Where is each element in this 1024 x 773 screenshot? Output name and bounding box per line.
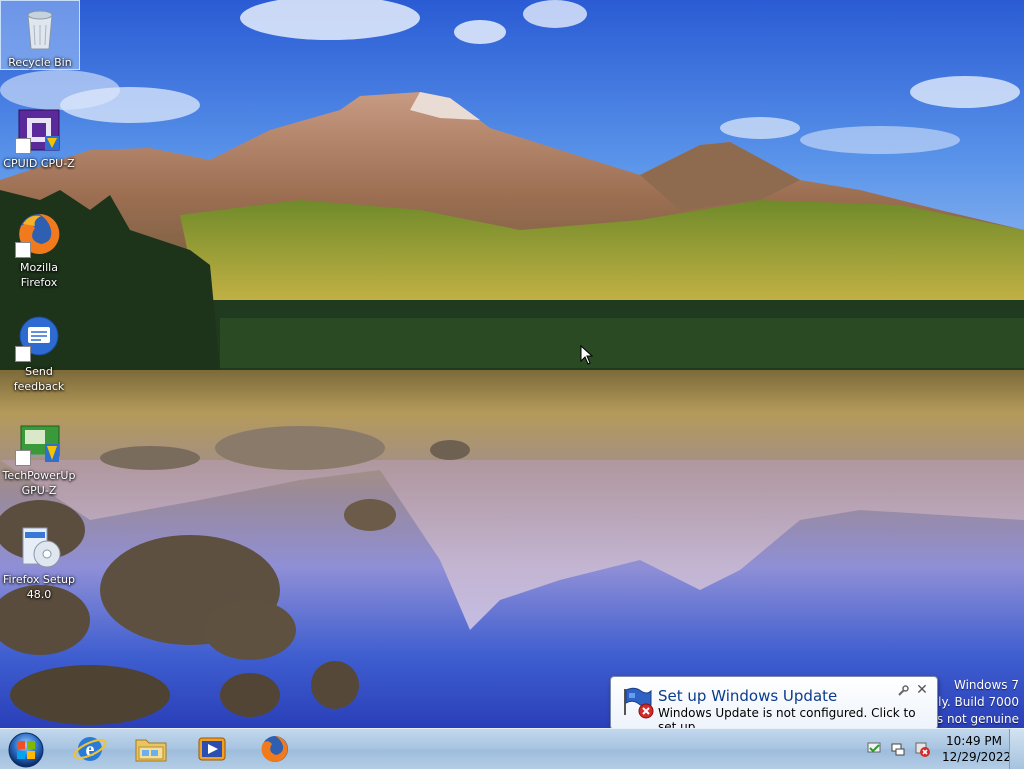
taskbar-firefox[interactable] xyxy=(248,731,302,767)
windows-update-alert-icon[interactable] xyxy=(914,741,930,757)
cpu-z-icon xyxy=(15,106,63,154)
desktop-icon-firefox-setup[interactable]: Firefox Setup 48.0 xyxy=(0,518,78,602)
taskbar: e 10:49 PM 12/29/2022 xyxy=(0,728,1024,769)
mouse-cursor-icon xyxy=(580,345,594,365)
system-tray xyxy=(862,729,942,769)
desktop-icon-label: TechPowerUp GPU-Z xyxy=(2,469,76,497)
desktop[interactable]: Recycle Bin CPUID CPU-Z Mozilla Firefox xyxy=(0,0,1024,728)
show-desktop-button[interactable] xyxy=(1009,729,1024,769)
desktop-icon-label: Firefox Setup 48.0 xyxy=(3,573,75,601)
firefox-icon xyxy=(261,736,288,762)
installer-icon xyxy=(15,522,63,570)
clock-date: 12/29/2022 xyxy=(942,750,1012,764)
desktop-icon-recycle-bin[interactable]: Recycle Bin xyxy=(0,0,80,70)
windows-update-notification[interactable]: Set up Windows Update Windows Update is … xyxy=(610,676,938,734)
notification-title: Set up Windows Update xyxy=(658,687,838,705)
close-notification-button[interactable]: ✕ xyxy=(915,683,929,697)
media-player-icon xyxy=(198,737,226,761)
gpu-z-icon xyxy=(15,418,63,466)
internet-explorer-icon: e xyxy=(73,737,107,761)
desktop-icon-label: Send feedback xyxy=(13,365,65,393)
clock-time: 10:49 PM xyxy=(946,734,1002,748)
desktop-icon-firefox[interactable]: Mozilla Firefox xyxy=(0,206,78,290)
feedback-icon xyxy=(15,314,63,362)
desktop-icon-label: Mozilla Firefox xyxy=(20,261,58,289)
windows-update-flag-icon xyxy=(621,685,655,719)
start-button[interactable] xyxy=(2,729,48,769)
taskbar-internet-explorer[interactable]: e xyxy=(63,731,117,767)
action-center-icon[interactable] xyxy=(866,741,882,757)
shortcut-arrow-icon xyxy=(15,346,31,362)
wrench-options-icon[interactable] xyxy=(897,685,909,697)
shortcut-arrow-icon xyxy=(15,242,31,258)
shortcut-arrow-icon xyxy=(15,450,31,466)
network-icon[interactable] xyxy=(890,741,906,757)
desktop-icon-gpu-z[interactable]: TechPowerUp GPU-Z xyxy=(0,414,78,498)
shortcut-arrow-icon xyxy=(15,138,31,154)
taskbar-clock[interactable]: 10:49 PM 12/29/2022 xyxy=(942,733,1012,765)
firefox-icon xyxy=(15,210,63,258)
desktop-icon-label: Recycle Bin xyxy=(8,56,72,69)
wallpaper-image xyxy=(0,0,1024,728)
desktop-icon-cpu-z[interactable]: CPUID CPU-Z xyxy=(0,102,78,171)
taskbar-windows-explorer[interactable] xyxy=(124,731,178,767)
taskbar-media-player[interactable] xyxy=(185,731,239,767)
desktop-icon-label: CPUID CPU-Z xyxy=(3,157,75,170)
desktop-icon-send-feedback[interactable]: Send feedback xyxy=(0,310,78,394)
folder-icon xyxy=(135,739,167,762)
recycle-bin-icon xyxy=(16,5,64,53)
